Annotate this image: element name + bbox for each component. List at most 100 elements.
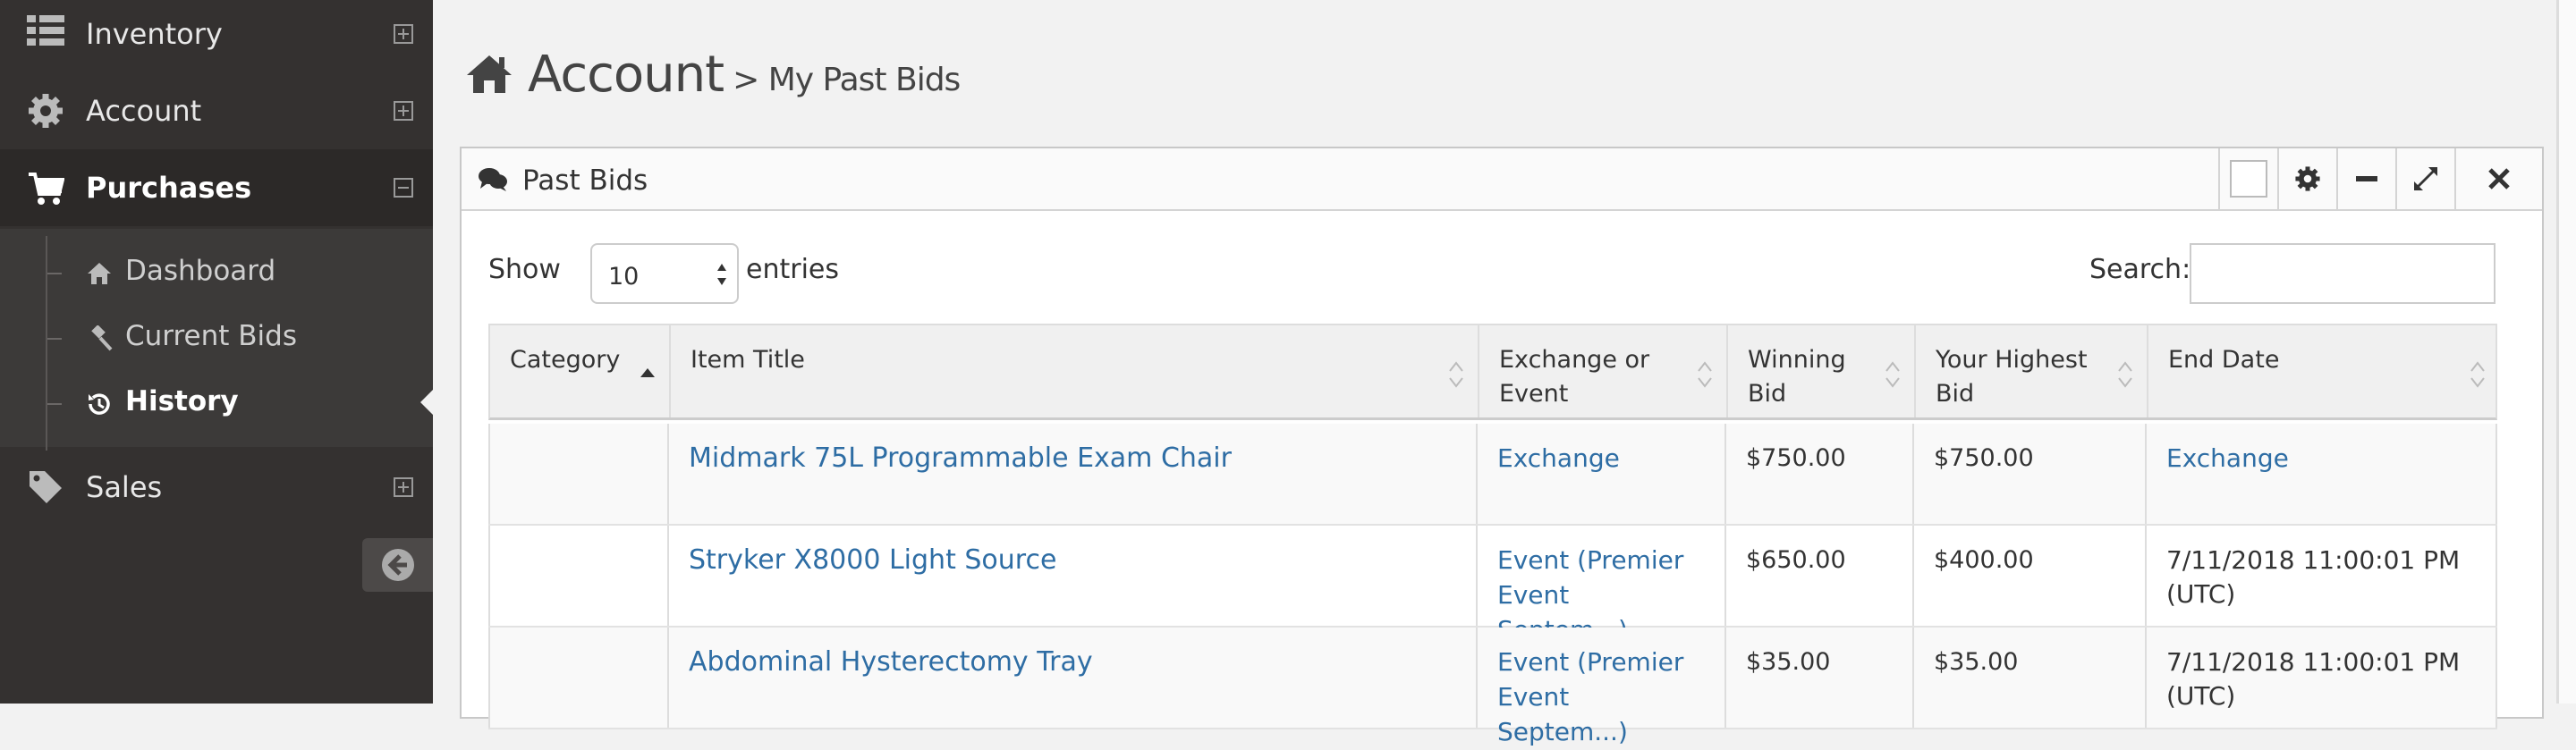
sidebar-item-account[interactable]: Account xyxy=(0,72,433,149)
gavel-icon xyxy=(91,325,113,351)
widget-close-button[interactable] xyxy=(2454,148,2542,209)
sidebar-item-label: Account xyxy=(86,94,202,128)
cell-category xyxy=(488,526,669,626)
entries-label: entries xyxy=(746,254,839,285)
column-header-label: Winning Bid xyxy=(1748,346,1846,408)
cell-highest-bid: $400.00 xyxy=(1914,526,2147,626)
widget-fullscreen-button[interactable] xyxy=(2395,148,2454,209)
gear-icon xyxy=(29,94,63,128)
column-header-label: Category xyxy=(510,346,621,374)
cell-end-date: 7/11/2018 11:00:01 PM (UTC) xyxy=(2147,628,2497,728)
table-row: Abdominal Hysterectomy Tray Event (Premi… xyxy=(488,628,2497,746)
list-icon xyxy=(27,15,64,46)
column-header-label: Your Highest Bid xyxy=(1936,346,2088,408)
widget-settings-button[interactable] xyxy=(2277,148,2336,209)
widget-header: Past Bids xyxy=(462,148,2542,211)
sort-ascending-icon xyxy=(640,368,655,377)
select-widget-checkbox[interactable] xyxy=(2218,148,2277,209)
page-length-select[interactable]: 10 xyxy=(590,243,739,304)
item-title-link[interactable]: Stryker X8000 Light Source xyxy=(689,544,1056,576)
collapse-sidebar-button[interactable] xyxy=(362,538,433,592)
tree-branch xyxy=(47,338,62,340)
column-header-item-title[interactable]: Item Title xyxy=(671,325,1479,417)
column-header-exchange-or-event[interactable]: Exchange or Event xyxy=(1479,325,1728,417)
tag-icon xyxy=(30,471,62,503)
sort-icon xyxy=(1698,361,1712,388)
sidebar: Inventory Account Purchases Dashboard Cu… xyxy=(0,0,433,704)
show-label: Show xyxy=(488,254,561,285)
sidebar-item-inventory[interactable]: Inventory xyxy=(0,0,433,72)
arrow-left-circle-icon xyxy=(382,549,414,581)
checkbox[interactable] xyxy=(2230,160,2267,198)
exchange-link[interactable]: Exchange xyxy=(1497,443,1620,473)
item-title-link[interactable]: Abdominal Hysterectomy Tray xyxy=(689,646,1093,678)
widget-minimize-button[interactable] xyxy=(2336,148,2395,209)
cell-category xyxy=(488,628,669,728)
close-icon xyxy=(2488,168,2510,190)
sidebar-item-sales[interactable]: Sales xyxy=(0,449,433,526)
column-header-end-date[interactable]: End Date xyxy=(2148,325,2499,417)
active-indicator xyxy=(420,388,435,417)
cell-highest-bid: $750.00 xyxy=(1914,424,2147,524)
page-header: Account > My Past Bids xyxy=(465,32,961,104)
comments-icon xyxy=(479,168,507,191)
sidebar-subitem-current-bids[interactable]: Current Bids xyxy=(0,308,433,370)
sidebar-item-purchases[interactable]: Purchases xyxy=(0,149,433,226)
expand-icon[interactable] xyxy=(394,477,413,497)
page-length-value: 10 xyxy=(608,263,640,291)
cell-winning-bid: $35.00 xyxy=(1726,628,1914,728)
search-input[interactable] xyxy=(2190,243,2496,304)
table-header-row: Category Item Title Exchange or Event Wi… xyxy=(488,324,2497,420)
scrollbar[interactable] xyxy=(2556,0,2576,704)
cell-highest-bid: $35.00 xyxy=(1914,628,2147,728)
tree-branch xyxy=(47,273,62,274)
cell-category xyxy=(488,424,669,524)
sort-icon xyxy=(1449,361,1463,388)
widget-title: Past Bids xyxy=(522,164,648,197)
cell-end-date: Exchange xyxy=(2147,424,2497,524)
expand-icon[interactable] xyxy=(394,24,413,44)
cell-item-title: Midmark 75L Programmable Exam Chair xyxy=(669,424,1478,524)
sort-icon xyxy=(1885,361,1900,388)
gear-icon xyxy=(2295,166,2320,191)
collapse-icon[interactable] xyxy=(394,178,413,198)
cart-icon xyxy=(29,173,64,205)
home-icon xyxy=(88,263,111,284)
cell-exchange: Exchange xyxy=(1478,424,1726,524)
select-arrows-icon xyxy=(717,264,726,285)
search-label: Search: xyxy=(2089,254,2191,285)
sidebar-item-label: Purchases xyxy=(86,171,252,205)
breadcrumb: > My Past Bids xyxy=(733,62,961,98)
minus-icon xyxy=(2356,176,2377,181)
column-header-label: Item Title xyxy=(691,346,805,374)
tree-branch xyxy=(47,403,62,405)
sidebar-subitem-history[interactable]: History xyxy=(0,373,433,435)
column-header-label: Exchange or Event xyxy=(1499,346,1650,408)
sidebar-item-label: Inventory xyxy=(86,17,223,51)
past-bids-widget: Past Bids Show 10 entries Search: Catego… xyxy=(460,147,2544,746)
sort-icon xyxy=(2470,361,2485,388)
history-icon xyxy=(89,393,110,415)
end-date-link[interactable]: Exchange xyxy=(2166,443,2289,473)
page-title: Account xyxy=(528,46,724,104)
cell-exchange: Event (Premier Event Septem...) xyxy=(1478,526,1726,645)
sidebar-subitem-label: Current Bids xyxy=(125,320,297,352)
sidebar-subitem-dashboard[interactable]: Dashboard xyxy=(0,242,433,305)
home-icon xyxy=(467,55,512,93)
column-header-winning-bid[interactable]: Winning Bid xyxy=(1728,325,1916,417)
exchange-link[interactable]: Event (Premier Event Septem...) xyxy=(1497,647,1683,746)
cell-item-title: Stryker X8000 Light Source xyxy=(669,526,1478,626)
expand-icon[interactable] xyxy=(394,101,413,121)
expand-icon xyxy=(2414,167,2437,190)
item-title-link[interactable]: Midmark 75L Programmable Exam Chair xyxy=(689,442,1232,474)
cell-item-title: Abdominal Hysterectomy Tray xyxy=(669,628,1478,728)
sidebar-item-label: Sales xyxy=(86,470,163,504)
cell-winning-bid: $650.00 xyxy=(1726,526,1914,626)
cell-exchange: Event (Premier Event Septem...) xyxy=(1478,628,1726,746)
table-row: Midmark 75L Programmable Exam Chair Exch… xyxy=(488,424,2497,526)
column-header-category[interactable]: Category xyxy=(490,325,671,417)
cell-end-date: 7/11/2018 11:00:01 PM (UTC) xyxy=(2147,526,2497,626)
column-header-your-highest-bid[interactable]: Your Highest Bid xyxy=(1916,325,2148,417)
purchases-submenu: Dashboard Current Bids History xyxy=(0,229,433,451)
sidebar-subitem-label: History xyxy=(125,385,239,417)
